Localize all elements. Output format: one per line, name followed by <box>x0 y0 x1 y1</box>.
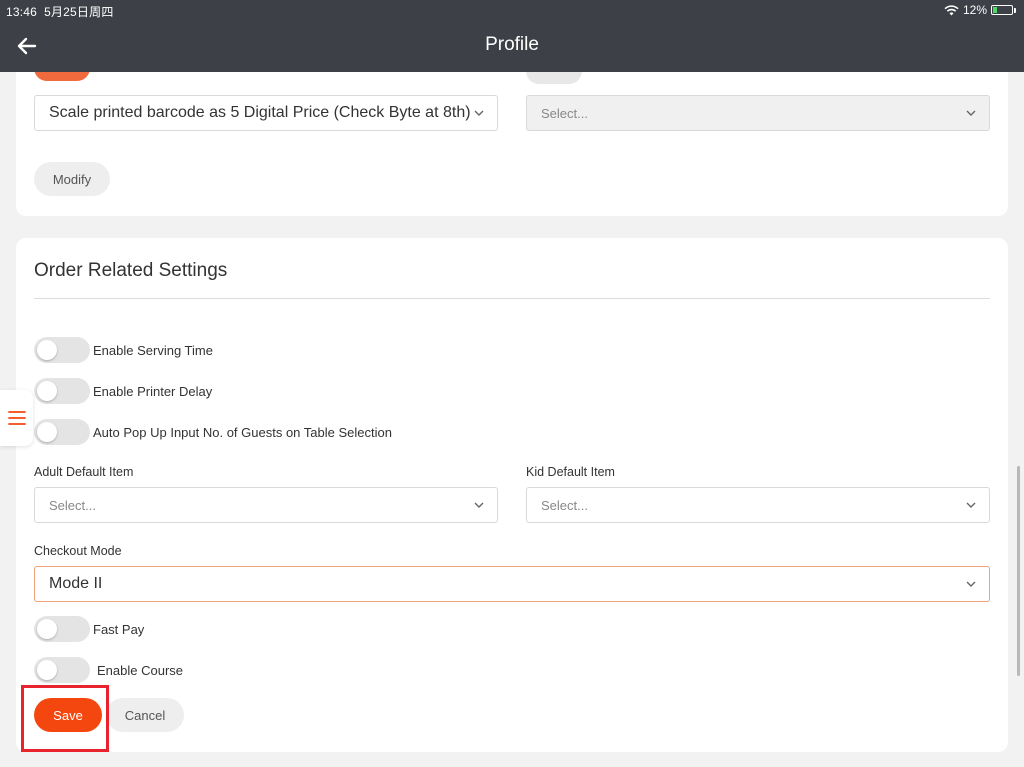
status-clock: 13:46 <box>6 5 38 19</box>
chevron-down-icon <box>474 110 484 116</box>
serving-time-label: Enable Serving Time <box>93 343 213 358</box>
battery-nub <box>1014 7 1016 13</box>
status-indicators: 12% <box>944 3 1016 17</box>
chevron-down-icon <box>966 581 976 587</box>
barcode-settings-card: Scale printed barcode as 5 Digital Price… <box>16 50 1008 216</box>
cancel-button[interactable]: Cancel <box>106 698 184 732</box>
toggle-knob <box>37 422 57 442</box>
section-title: Order Related Settings <box>34 260 228 281</box>
wifi-icon <box>944 4 959 15</box>
status-date: 5月25日周四 <box>44 5 114 19</box>
section-divider <box>34 298 990 299</box>
checkout-mode-select[interactable]: Mode II <box>34 566 990 602</box>
barcode-format-value: Scale printed barcode as 5 Digital Price… <box>49 104 471 121</box>
checkout-mode-value: Mode II <box>49 575 103 592</box>
kid-default-item-label: Kid Default Item <box>526 465 615 479</box>
hamburger-menu-icon <box>7 411 26 425</box>
modify-button[interactable]: Modify <box>34 162 110 196</box>
secondary-select-placeholder: Select... <box>541 105 588 121</box>
printer-delay-label: Enable Printer Delay <box>93 384 213 399</box>
toggle-knob <box>37 619 57 639</box>
toggle-knob <box>37 660 57 680</box>
guests-popup-label: Auto Pop Up Input No. of Guests on Table… <box>93 425 392 440</box>
toggle-knob <box>37 381 57 401</box>
guests-popup-toggle[interactable] <box>34 419 90 445</box>
battery-icon <box>991 5 1013 15</box>
chevron-down-icon <box>474 502 484 508</box>
order-settings-card: Order Related Settings Enable Serving Ti… <box>16 238 1008 752</box>
serving-time-toggle[interactable] <box>34 337 90 363</box>
adult-default-item-select[interactable]: Select... <box>34 487 498 523</box>
checkout-mode-label: Checkout Mode <box>34 544 122 558</box>
enable-course-toggle[interactable] <box>34 657 90 683</box>
chevron-down-icon <box>966 110 976 116</box>
side-menu-tab[interactable] <box>0 390 33 446</box>
status-time: 13:46 5月25日周四 <box>6 3 114 20</box>
toggle-knob <box>37 340 57 360</box>
battery-percent: 12% <box>962 3 987 17</box>
chevron-down-icon <box>966 502 976 508</box>
page-title: Profile <box>485 34 539 55</box>
fast-pay-label: Fast Pay <box>93 622 145 637</box>
fast-pay-toggle[interactable] <box>34 616 90 642</box>
kid-default-item-select[interactable]: Select... <box>526 487 990 523</box>
app-header: 13:46 5月25日周四 12% Profile <box>0 0 1024 72</box>
adult-default-item-label: Adult Default Item <box>34 465 134 479</box>
save-button[interactable]: Save <box>34 698 102 732</box>
scrollbar[interactable] <box>1017 466 1020 676</box>
barcode-format-select[interactable]: Scale printed barcode as 5 Digital Price… <box>34 95 498 131</box>
secondary-select[interactable]: Select... <box>526 95 990 131</box>
kid-default-item-placeholder: Select... <box>541 497 588 513</box>
enable-course-label: Enable Course <box>97 663 183 678</box>
printer-delay-toggle[interactable] <box>34 378 90 404</box>
adult-default-item-placeholder: Select... <box>49 497 96 513</box>
